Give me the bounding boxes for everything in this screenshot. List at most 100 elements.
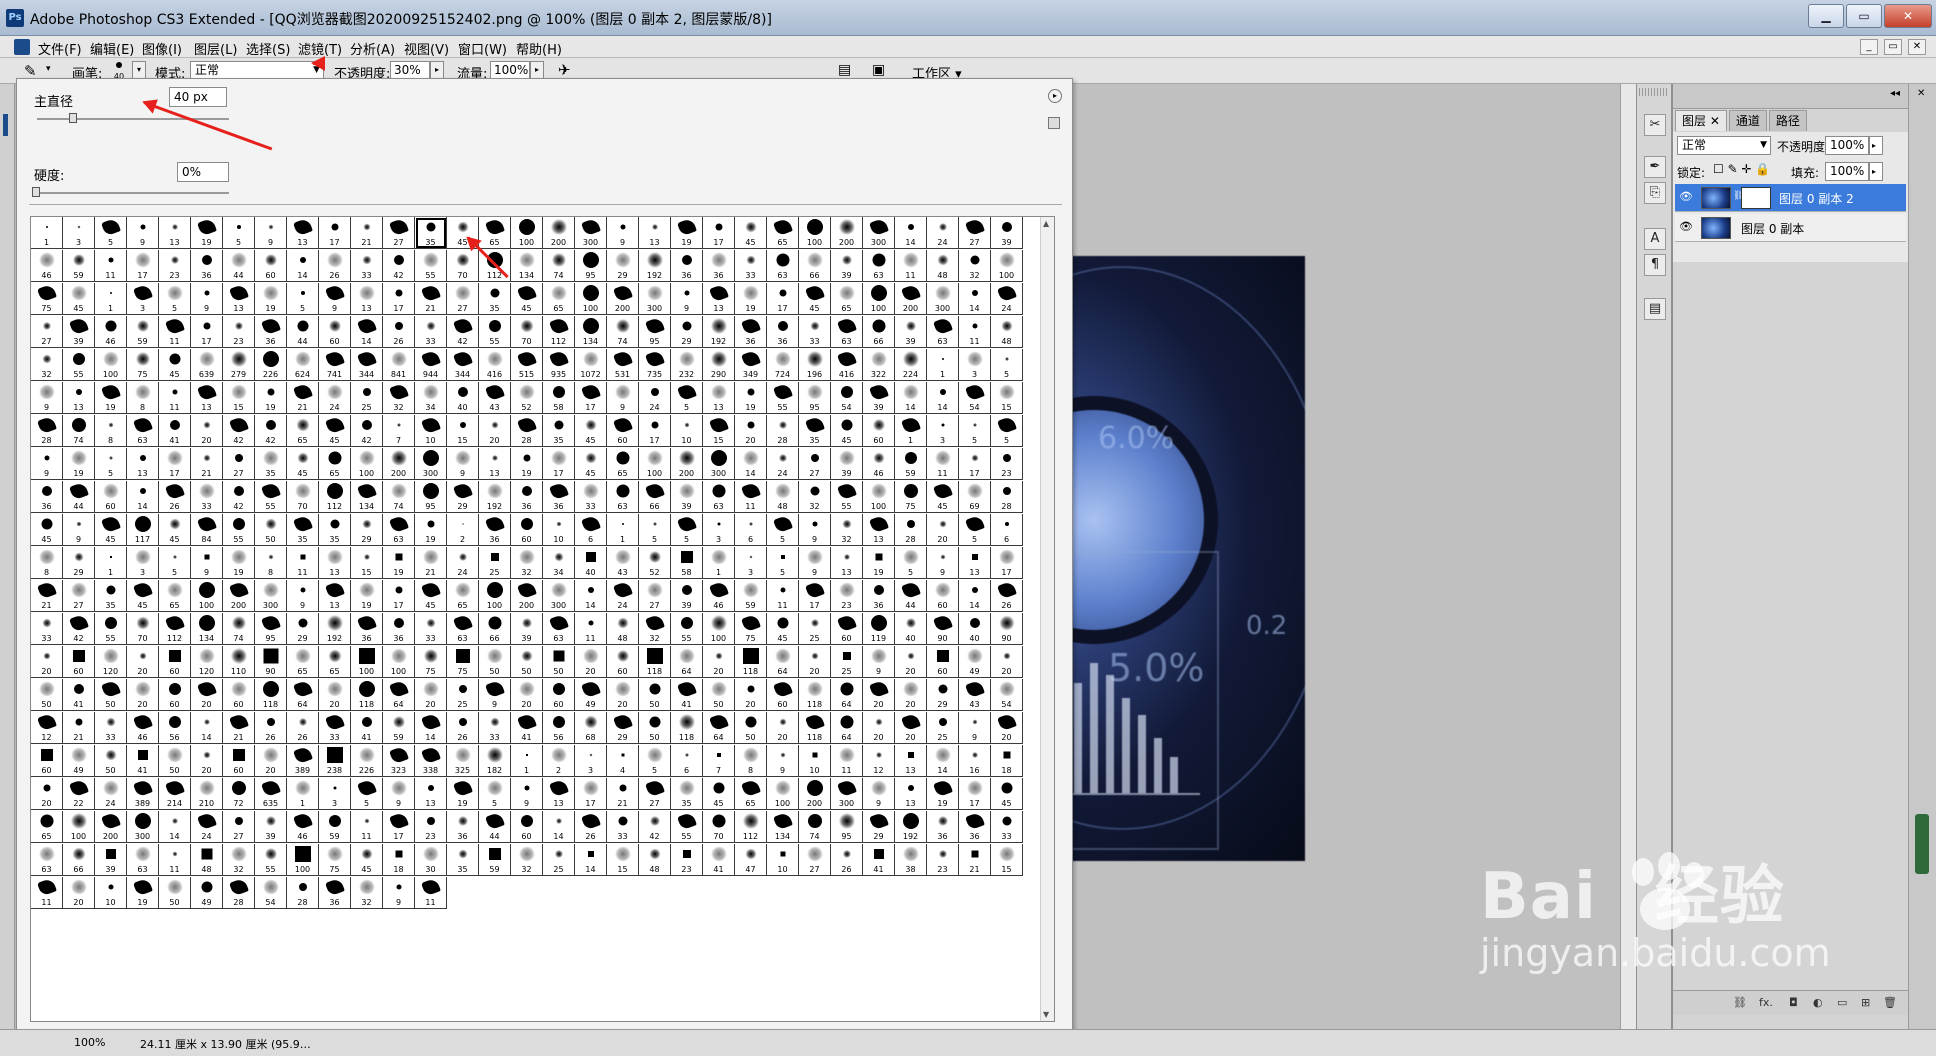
- brush-preset-cell[interactable]: 55: [767, 382, 799, 414]
- brush-preset-cell[interactable]: 50: [159, 877, 191, 909]
- brush-preset-cell[interactable]: 35: [255, 448, 287, 480]
- brush-preset-cell[interactable]: 55: [95, 613, 127, 645]
- brush-preset-cell[interactable]: 49: [959, 646, 991, 678]
- brush-preset-cell[interactable]: 60: [319, 316, 351, 348]
- brush-preset-cell[interactable]: 389: [287, 745, 319, 777]
- brush-preset-cell[interactable]: 39: [671, 580, 703, 612]
- brush-preset-cell[interactable]: 68: [575, 712, 607, 744]
- brush-preset-cell[interactable]: 13: [639, 217, 671, 249]
- brush-preset-cell[interactable]: 20: [255, 745, 287, 777]
- paragraph-panel-icon[interactable]: ¶: [1644, 254, 1666, 276]
- brush-preset-cell[interactable]: 32: [511, 547, 543, 579]
- brush-preset-cell[interactable]: 65: [607, 448, 639, 480]
- brush-preset-cell[interactable]: 74: [223, 613, 255, 645]
- brush-preset-cell[interactable]: 635: [255, 778, 287, 810]
- brush-preset-cell[interactable]: 20: [703, 646, 735, 678]
- brush-preset-cell[interactable]: 44: [287, 316, 319, 348]
- blend-mode-select[interactable]: 正常 ▼: [1677, 136, 1771, 155]
- brush-preset-cell[interactable]: 63: [447, 613, 479, 645]
- mode-select[interactable]: 正常 ▼: [190, 56, 325, 79]
- brush-preset-cell[interactable]: 60: [95, 481, 127, 513]
- brush-preset-cell[interactable]: 1: [703, 547, 735, 579]
- layer-row[interactable]: 👁 图层 0 副本: [1675, 214, 1906, 242]
- brush-preset-cell[interactable]: 9: [863, 778, 895, 810]
- brush-preset-cell[interactable]: 21: [959, 844, 991, 876]
- diameter-slider-track[interactable]: [37, 118, 229, 120]
- brush-preset-cell[interactable]: 12: [863, 745, 895, 777]
- brush-preset-cell[interactable]: 19: [95, 382, 127, 414]
- brush-preset-cell[interactable]: 95: [255, 613, 287, 645]
- brush-preset-cell[interactable]: 14: [127, 481, 159, 513]
- menu-edit[interactable]: 编辑(E): [90, 39, 134, 58]
- brush-preset-cell[interactable]: 20: [863, 712, 895, 744]
- brush-preset-cell[interactable]: 25: [927, 712, 959, 744]
- brush-preset-cell[interactable]: 17: [799, 580, 831, 612]
- brush-preset-cell[interactable]: 5: [223, 217, 255, 249]
- brush-preset-cell[interactable]: 39: [991, 217, 1023, 249]
- brush-preset-cell[interactable]: 64: [287, 679, 319, 711]
- brush-preset-cell[interactable]: 32: [31, 349, 63, 381]
- brush-preset-cell[interactable]: 9: [607, 382, 639, 414]
- brush-preset-cell[interactable]: 214: [159, 778, 191, 810]
- menu-help[interactable]: 帮助(H): [516, 39, 562, 58]
- brush-preset-cell[interactable]: 100: [383, 646, 415, 678]
- brush-preset-cell[interactable]: 40: [447, 382, 479, 414]
- brush-preset-cell[interactable]: 22: [63, 778, 95, 810]
- brush-preset-cell[interactable]: 9: [479, 679, 511, 711]
- brush-preset-cell[interactable]: 11: [159, 382, 191, 414]
- brush-preset-cell[interactable]: 20: [31, 646, 63, 678]
- brush-preset-cell[interactable]: 36: [703, 250, 735, 282]
- brush-preset-cell[interactable]: 60: [607, 415, 639, 447]
- brush-preset-cell[interactable]: 13: [863, 514, 895, 546]
- brush-preset-cell[interactable]: 59: [895, 448, 927, 480]
- brush-preset-cell[interactable]: 416: [831, 349, 863, 381]
- brush-preset-cell[interactable]: 389: [127, 778, 159, 810]
- brush-preset-cell[interactable]: 65: [31, 811, 63, 843]
- brush-preset-cell[interactable]: 10: [95, 877, 127, 909]
- brush-preset-cell[interactable]: 36: [447, 811, 479, 843]
- brush-preset-cell[interactable]: 13: [895, 745, 927, 777]
- brush-preset-cell[interactable]: 300: [927, 283, 959, 315]
- brush-preset-cell[interactable]: 192: [319, 613, 351, 645]
- brush-preset-cell[interactable]: 56: [543, 712, 575, 744]
- document-canvas[interactable]: 6.0% 5.0% 0.2: [1050, 256, 1305, 861]
- brush-preset-cell[interactable]: 5: [767, 547, 799, 579]
- brush-preset-cell[interactable]: 14: [927, 745, 959, 777]
- brush-preset-cell[interactable]: 9: [31, 448, 63, 480]
- new-layer-icon[interactable]: ⊞: [1861, 996, 1870, 1009]
- brush-preset-cell[interactable]: 8: [735, 745, 767, 777]
- brush-preset-cell[interactable]: 118: [639, 646, 671, 678]
- brush-preset-cell[interactable]: 55: [223, 514, 255, 546]
- brush-preset-cell[interactable]: 112: [543, 316, 575, 348]
- brush-preset-cell[interactable]: 39: [831, 448, 863, 480]
- brush-preset-cell[interactable]: 15: [991, 382, 1023, 414]
- brush-preset-cell[interactable]: 33: [31, 613, 63, 645]
- brush-preset-cell[interactable]: 66: [799, 250, 831, 282]
- brush-preset-cell[interactable]: 7: [383, 415, 415, 447]
- brush-preset-cell[interactable]: 118: [799, 679, 831, 711]
- brush-preset-cell[interactable]: 5: [639, 745, 671, 777]
- brush-preset-cell[interactable]: 36: [735, 316, 767, 348]
- tools-preset-icon[interactable]: ✂: [1644, 114, 1666, 136]
- brush-preset-cell[interactable]: 50: [95, 679, 127, 711]
- brush-preset-cell[interactable]: 200: [671, 448, 703, 480]
- brush-preset-cell[interactable]: 5: [95, 217, 127, 249]
- brush-preset-cell[interactable]: 40: [575, 547, 607, 579]
- close-button[interactable]: ✕: [1884, 4, 1932, 28]
- brush-preset-cell[interactable]: 59: [383, 712, 415, 744]
- brush-preset-cell[interactable]: 19: [255, 382, 287, 414]
- brush-preset-cell[interactable]: 19: [255, 283, 287, 315]
- brush-picker-dropdown[interactable]: ▾: [132, 61, 146, 79]
- brush-preset-cell[interactable]: 55: [671, 811, 703, 843]
- brush-preset-cell[interactable]: 74: [607, 316, 639, 348]
- brush-preset-cell[interactable]: 200: [223, 580, 255, 612]
- brush-preset-cell[interactable]: 60: [31, 745, 63, 777]
- brush-preset-cell[interactable]: 13: [703, 382, 735, 414]
- brush-preset-cell[interactable]: 20: [927, 514, 959, 546]
- brush-preset-cell[interactable]: 55: [255, 844, 287, 876]
- brush-preset-cell[interactable]: 95: [415, 481, 447, 513]
- brush-preset-cell[interactable]: 9: [63, 514, 95, 546]
- brush-preset-cell[interactable]: 26: [255, 712, 287, 744]
- brush-preset-cell[interactable]: 100: [863, 481, 895, 513]
- link-layers-icon[interactable]: ⛓: [1733, 996, 1747, 1009]
